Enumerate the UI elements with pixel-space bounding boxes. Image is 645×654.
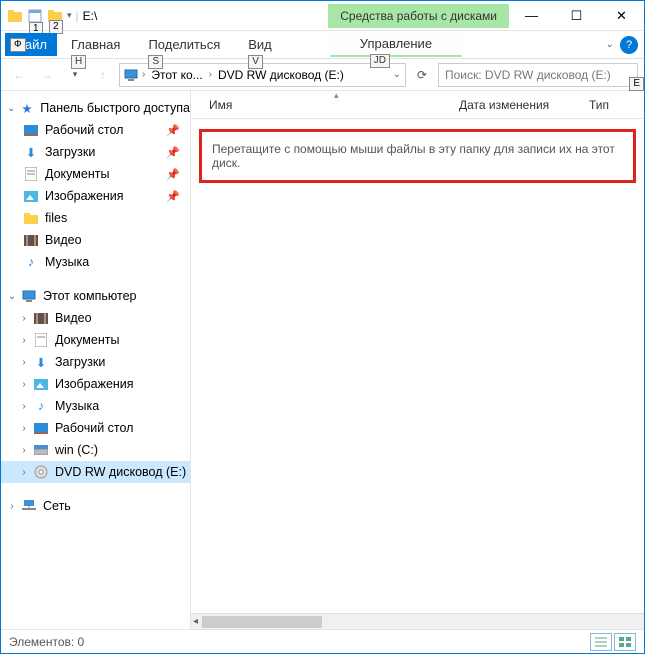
crumb-this-pc[interactable]: Этот ко... <box>149 68 204 82</box>
status-item-count: Элементов: 0 <box>9 635 84 649</box>
nav-downloads[interactable]: ⬇Загрузки📌 <box>1 141 190 163</box>
document-icon <box>23 166 39 182</box>
picture-icon <box>23 188 39 204</box>
view-details-button[interactable] <box>590 633 612 651</box>
forward-button[interactable]: → <box>35 63 59 87</box>
desktop-icon <box>33 420 49 436</box>
column-date[interactable]: Дата изменения <box>459 98 589 112</box>
nav-videos[interactable]: Видео <box>1 229 190 251</box>
qat-newfolder-icon[interactable]: 2 <box>47 8 63 24</box>
column-headers[interactable]: Имя▴ Дата изменения Тип <box>191 91 644 119</box>
nav-pictures[interactable]: Изображения📌 <box>1 185 190 207</box>
window-title: E:\ <box>79 9 279 23</box>
titlebar: 1 2 ▾ | E:\ Средства работы с дисками — … <box>1 1 644 31</box>
address-bar: ← → ▾ ↑ › Этот ко... › DVD RW дисковод (… <box>1 59 644 91</box>
chevron-right-icon[interactable]: › <box>142 69 145 80</box>
nav-drive-c[interactable]: ›win (C:) <box>1 439 190 461</box>
nav-pc-documents[interactable]: ›Документы <box>1 329 190 351</box>
ribbon-expand-icon[interactable]: ⌄ <box>606 39 614 50</box>
help-icon[interactable]: ? <box>620 36 638 54</box>
file-list[interactable]: Перетащите с помощью мыши файлы в эту па… <box>191 119 644 613</box>
pin-icon: 📌 <box>166 168 180 181</box>
drive-icon <box>33 442 49 458</box>
nav-quick-access[interactable]: ⌄★Панель быстрого доступа <box>1 97 190 119</box>
pc-icon <box>124 69 138 81</box>
nav-pc-music[interactable]: ›♪Музыка <box>1 395 190 417</box>
up-button[interactable]: ↑ <box>91 63 115 87</box>
pc-icon <box>21 288 37 304</box>
nav-pc-pictures[interactable]: ›Изображения <box>1 373 190 395</box>
nav-desktop[interactable]: Рабочий стол📌 <box>1 119 190 141</box>
view-icons-button[interactable] <box>614 633 636 651</box>
tab-file[interactable]: ФайлФ <box>5 33 57 56</box>
pin-icon: 📌 <box>166 146 180 159</box>
qat-properties-icon[interactable]: 1 <box>27 8 43 24</box>
nav-pc-videos[interactable]: ›Видео <box>1 307 190 329</box>
folder-icon <box>23 210 39 226</box>
ribbon-tabs: ФайлФ ГлавнаяН ПоделитьсяS ВидV Управлен… <box>1 31 644 59</box>
statusbar: Элементов: 0 <box>1 629 644 653</box>
download-icon: ⬇ <box>23 144 39 160</box>
music-icon: ♪ <box>33 398 49 414</box>
folder-icon <box>7 8 23 24</box>
pin-icon: 📌 <box>166 190 180 203</box>
horizontal-scrollbar[interactable]: ◂ <box>191 613 644 629</box>
pin-icon: 📌 <box>166 124 180 137</box>
refresh-button[interactable]: ⟳ <box>410 63 434 87</box>
tab-share[interactable]: ПоделитьсяS <box>134 33 234 56</box>
column-name[interactable]: Имя▴ <box>209 98 459 112</box>
tab-home[interactable]: ГлавнаяН <box>57 33 134 56</box>
desktop-icon <box>23 122 39 138</box>
nav-music[interactable]: ♪Музыка <box>1 251 190 273</box>
picture-icon <box>33 376 49 392</box>
search-input[interactable]: Поиск: DVD RW дисковод (E:) <box>438 63 638 87</box>
document-icon <box>33 332 49 348</box>
column-type[interactable]: Тип <box>589 98 639 112</box>
nav-this-pc[interactable]: ⌄Этот компьютер <box>1 285 190 307</box>
tab-manage[interactable]: УправлениеJD <box>330 32 462 57</box>
video-icon <box>23 232 39 248</box>
tab-view[interactable]: ВидV <box>234 33 286 56</box>
address-dropdown-icon[interactable]: ⌄ <box>393 69 401 80</box>
qat-dropdown-icon[interactable]: ▾ <box>67 10 72 21</box>
nav-documents[interactable]: Документы📌 <box>1 163 190 185</box>
sort-asc-icon: ▴ <box>334 90 339 101</box>
nav-files[interactable]: files <box>1 207 190 229</box>
back-button[interactable]: ← <box>7 63 31 87</box>
music-icon: ♪ <box>23 254 39 270</box>
burn-hint: Перетащите с помощью мыши файлы в эту па… <box>199 129 636 183</box>
star-icon: ★ <box>20 100 35 116</box>
scrollbar-thumb[interactable] <box>202 616 322 628</box>
context-tab-disk-tools[interactable]: Средства работы с дисками <box>328 4 509 28</box>
maximize-button[interactable]: ☐ <box>554 1 599 31</box>
crumb-dvd[interactable]: DVD RW дисковод (E:) <box>216 68 346 82</box>
network-icon <box>21 498 37 514</box>
video-icon <box>33 310 49 326</box>
minimize-button[interactable]: — <box>509 1 554 31</box>
content-pane: Имя▴ Дата изменения Тип Перетащите с пом… <box>191 91 644 629</box>
close-button[interactable]: ✕ <box>599 1 644 31</box>
nav-pc-downloads[interactable]: ›⬇Загрузки <box>1 351 190 373</box>
navigation-pane[interactable]: ⌄★Панель быстрого доступа Рабочий стол📌 … <box>1 91 191 629</box>
dvd-icon <box>33 464 49 480</box>
nav-pc-desktop[interactable]: ›Рабочий стол <box>1 417 190 439</box>
nav-drive-e[interactable]: ›DVD RW дисковод (E:) <box>1 461 190 483</box>
chevron-right-icon[interactable]: › <box>209 69 212 80</box>
nav-network[interactable]: ›Сеть <box>1 495 190 517</box>
download-icon: ⬇ <box>33 354 49 370</box>
